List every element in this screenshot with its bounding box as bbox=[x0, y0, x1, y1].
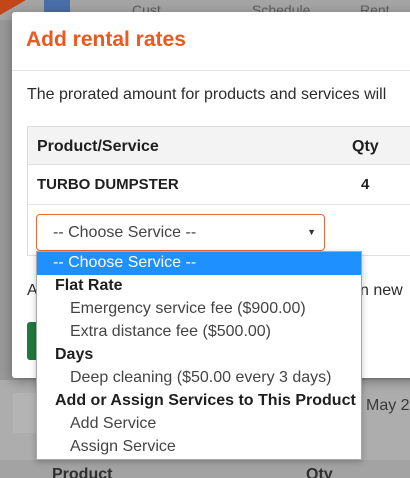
table-header: Product/Service Qty bbox=[28, 127, 410, 165]
optgroup-days: Days bbox=[55, 346, 94, 363]
row-product-name: TURBO DUMPSTER bbox=[37, 176, 179, 193]
background-date-text: May 2 bbox=[366, 397, 410, 414]
optgroup-flat-rate: Flat Rate bbox=[55, 277, 123, 294]
option-add-service[interactable]: Add Service bbox=[37, 413, 361, 436]
background-logo bbox=[44, 0, 70, 12]
option-deep-cleaning[interactable]: Deep cleaning ($50.00 every 3 days) bbox=[37, 367, 361, 390]
header-product-service: Product/Service bbox=[37, 138, 159, 155]
modal-description: The prorated amount for products and ser… bbox=[27, 86, 387, 103]
modal-header-divider bbox=[12, 70, 410, 71]
modal-info-text-end: n new bbox=[360, 282, 403, 299]
chevron-down-icon: ▼ bbox=[307, 227, 316, 237]
service-dropdown-list: -- Choose Service -- Flat Rate Emergency… bbox=[36, 251, 362, 460]
table-row: TURBO DUMPSTER 4 bbox=[28, 165, 410, 205]
choose-service-select[interactable]: -- Choose Service -- ▼ bbox=[36, 214, 325, 251]
option-emergency-service-fee[interactable]: Emergency service fee ($900.00) bbox=[37, 298, 361, 321]
select-current-value: -- Choose Service -- bbox=[53, 224, 197, 241]
option-assign-service[interactable]: Assign Service bbox=[37, 436, 361, 459]
background-table-header: Product Qty bbox=[0, 460, 410, 478]
header-qty: Qty bbox=[352, 138, 379, 155]
optgroup-add-assign-services: Add or Assign Services to This Product bbox=[55, 392, 356, 409]
background-header-qty: Qty bbox=[306, 466, 333, 478]
background-header-product: Product bbox=[52, 466, 113, 478]
option-extra-distance-fee[interactable]: Extra distance fee ($500.00) bbox=[37, 321, 361, 344]
modal-title: Add rental rates bbox=[26, 28, 186, 51]
row-qty: 4 bbox=[361, 176, 370, 193]
option-choose-service[interactable]: -- Choose Service -- bbox=[37, 252, 361, 275]
